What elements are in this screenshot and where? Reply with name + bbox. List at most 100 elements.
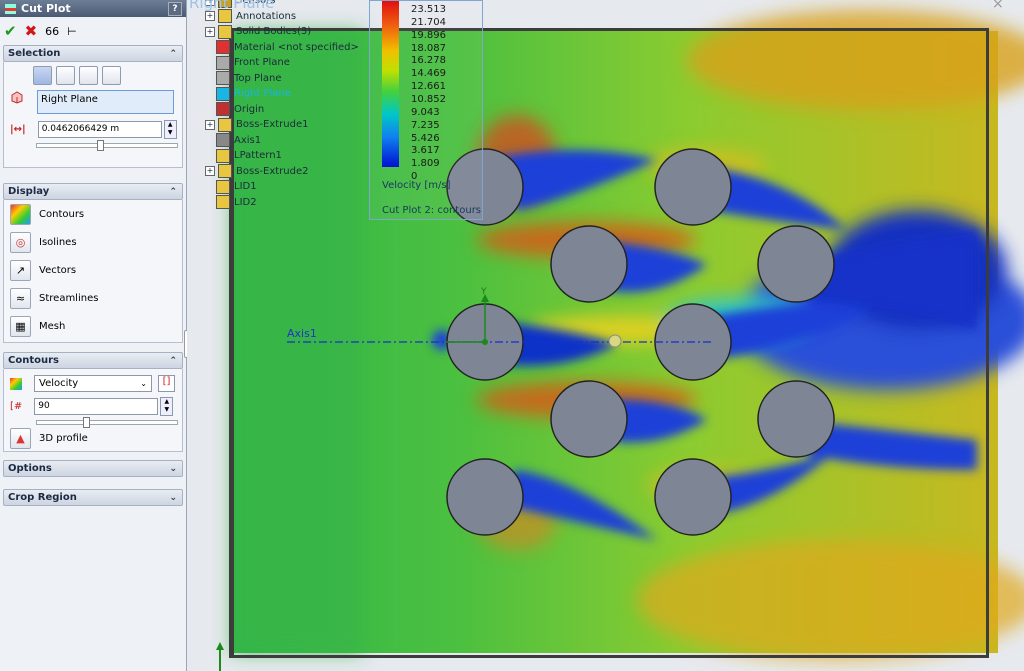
tree-item[interactable]: Right Plane [205,86,359,102]
levels-slider-thumb[interactable] [83,417,90,428]
parameter-row: Velocity ⌄ [] [4,369,182,392]
tree-item[interactable]: LID2 [205,195,359,211]
top-view-icon[interactable] [79,66,98,85]
isolines-label: Isolines [39,236,77,248]
tree-item-label: Solid Bodies(3) [236,26,312,38]
contours-label: Contours [39,208,85,220]
options-section-header[interactable]: Options ⌄ [3,460,183,477]
feature-icon [216,195,230,210]
tree-item[interactable]: + Boss-Extrude1 [205,117,359,133]
crop-region-section-header[interactable]: Crop Region ⌄ [3,489,183,506]
tree-item-label: LID1 [234,181,257,193]
pm-action-bar: ✔ ✖ 66 ⊢ [0,17,186,45]
expand-icon[interactable]: + [205,11,215,22]
parameter-dropdown[interactable]: Velocity ⌄ [34,375,152,392]
display-header-label: Display [8,186,50,197]
adjust-range-icon[interactable]: [] [158,375,175,392]
tree-item[interactable]: Top Plane [205,71,359,87]
feature-icon [218,164,232,179]
tree-item-label: Origin [234,103,265,115]
right-view-icon[interactable] [102,66,121,85]
display-isolines[interactable]: ◎ Isolines [4,228,182,256]
y-axis-label: Y [481,287,487,297]
expand-icon[interactable]: + [205,26,215,37]
levels-spinner[interactable]: ▲ ▼ [160,397,174,416]
expand-icon[interactable]: + [205,166,215,177]
offset-input[interactable]: 0.0462066429 m [37,121,162,138]
tree-item[interactable]: Material <not specified> [205,40,359,56]
pin-icon[interactable]: ⊢ [67,25,77,38]
display-vectors[interactable]: ↗ Vectors [4,256,182,284]
legend-value: 23.513 [411,4,446,15]
3d-profile-icon: ▲ [10,427,31,449]
offset-slider-thumb[interactable] [97,140,104,151]
help-button[interactable]: ? [168,1,182,16]
legend-unit-label: Velocity [m/s] [382,180,451,191]
tree-item[interactable]: Front Plane [205,55,359,71]
tree-item-label: Front Plane [234,57,290,69]
levels-icon: [# [10,401,23,412]
tree-item[interactable]: LPattern1 [205,148,359,164]
view-triad-arrow-icon [216,642,224,650]
legend-value: 5.426 [411,132,440,144]
offset-spinner[interactable]: ▲ ▼ [163,120,177,139]
tree-item[interactable]: Origin [205,102,359,118]
chevron-up-icon: ⌃ [169,355,177,366]
contours-section-header[interactable]: Contours ⌃ [3,352,183,369]
close-icon[interactable]: × [992,0,1004,12]
selection-section-body: Right Plane |↔| 0.0462066429 m ▲ ▼ [3,62,183,168]
offset-slider[interactable] [36,140,178,151]
section-view-icon[interactable] [33,66,52,85]
tree-item[interactable]: Axis1 [205,133,359,149]
tree-item[interactable]: LID1 [205,179,359,195]
display-section-header[interactable]: Display ⌃ [3,183,183,200]
feature-icon [216,133,230,148]
tree-item-label: Axis1 [234,134,262,146]
3d-profile-option[interactable]: ▲ 3D profile [4,427,182,449]
chevron-down-icon: ⌄ [169,463,177,474]
tree-item[interactable]: + Boss-Extrude2 [205,164,359,180]
levels-input[interactable]: 90 [34,398,159,415]
streamlines-icon: ≈ [10,287,31,309]
property-manager: Cut Plot ? ✔ ✖ 66 ⊢ Selection ⌃ Right Pl… [0,0,187,671]
tree-item[interactable]: + Solid Bodies(3) [205,24,359,40]
feature-icon [216,102,230,117]
options-header-label: Options [8,463,52,474]
tree-item-label: LID2 [234,196,257,208]
plane-cube-icon [11,91,23,104]
legend-value: 10.852 [411,93,446,105]
3d-profile-label: 3D profile [39,432,88,444]
display-mesh[interactable]: ▦ Mesh [4,312,182,340]
preview-icon[interactable]: 66 [45,25,59,38]
chevron-up-icon: ⌃ [169,48,177,59]
display-contours[interactable]: Contours [4,200,182,228]
feature-tree: + Sensors + Annotations + Solid Bodies(3) Mate… [205,0,359,210]
feature-icon [218,24,232,39]
legend-caption: Cut Plot 2: contours [382,205,482,216]
selection-section-header[interactable]: Selection ⌃ [3,45,183,62]
crop-region-header-label: Crop Region [8,492,77,503]
levels-slider[interactable] [36,417,178,428]
plane-selection-box[interactable]: Right Plane [37,90,174,114]
tree-item-label: LPattern1 [234,150,282,162]
streamlines-label: Streamlines [39,292,99,304]
tree-item-label: Boss-Extrude2 [236,165,309,177]
display-section-body: Contours ◎ Isolines ↗ Vectors ≈ Streamlines… [3,200,183,343]
axis1-label: Axis1 [287,327,317,340]
ok-icon[interactable]: ✔ [4,22,17,40]
vectors-label: Vectors [39,264,77,276]
display-streamlines[interactable]: ≈ Streamlines [4,284,182,312]
front-view-icon[interactable] [56,66,75,85]
legend-value: 12.661 [411,81,446,93]
expand-icon[interactable]: + [205,119,215,130]
cancel-icon[interactable]: ✖ [25,22,38,40]
contours-header-label: Contours [8,355,59,366]
levels-row: [# 90 ▲ ▼ [4,392,182,416]
isolines-icon: ◎ [10,231,31,253]
legend-value: 7.235 [411,119,440,131]
tree-item-label: Right Plane [234,88,291,100]
velocity-legend[interactable]: 23.513 21.704 19.896 18.087 16.278 14.469 12.6… [369,0,483,220]
feature-icon [216,148,230,163]
feature-icon [216,40,230,55]
graphics-area[interactable]: × + Sensors + Annotations + Solid Bodies(3) Ma… [187,0,1024,671]
